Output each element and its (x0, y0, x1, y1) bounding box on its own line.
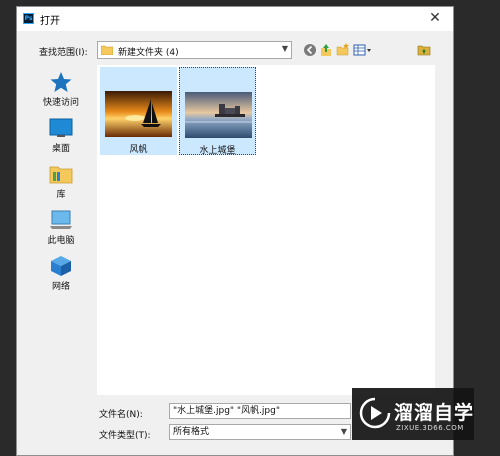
close-button[interactable]: ✕ (427, 10, 443, 26)
folder-icon (101, 45, 113, 55)
file-type-value: 所有格式 (173, 427, 210, 437)
place-desktop[interactable]: 桌面 (23, 117, 99, 154)
file-type-dropdown[interactable]: 所有格式 ▼ (169, 424, 351, 440)
place-label: 此电脑 (47, 236, 75, 246)
chevron-down-icon[interactable]: ▼ (282, 44, 288, 53)
file-name-field[interactable]: "水上城堡.jpg" "风帆.jpg" (169, 403, 351, 419)
up-folder-icon[interactable] (319, 43, 333, 57)
places-bar: 快速访问 桌面 库 此电脑 网络 (23, 65, 99, 451)
dialog-title: 打开 (40, 16, 60, 27)
desktop-icon (49, 118, 73, 137)
file-name-label: 文件名(N): (99, 410, 143, 420)
watermark-url: ZIXUE.3D66.COM (396, 424, 464, 432)
watermark: 溜溜自学 ZIXUE.3D66.COM (352, 388, 474, 440)
computer-icon (50, 210, 72, 229)
place-label: 桌面 (51, 144, 70, 154)
photoshop-app-icon: Ps (23, 13, 34, 24)
look-in-dropdown[interactable]: 新建文件夹 (4) ▼ (97, 41, 292, 59)
place-label: 快速访问 (42, 98, 79, 108)
file-type-label: 文件类型(T): (99, 431, 151, 441)
network-icon (51, 256, 71, 276)
place-library[interactable]: 库 (23, 163, 99, 200)
place-this-pc[interactable]: 此电脑 (23, 209, 99, 246)
water-castle-thumbnail (185, 92, 252, 138)
folder-action-icon[interactable] (417, 43, 431, 57)
star-icon (50, 72, 72, 92)
play-logo-icon (359, 397, 391, 429)
title-bar: Ps 打开 ✕ (17, 7, 453, 31)
file-item[interactable]: 水上城堡 (179, 67, 256, 156)
file-name: 水上城堡 (199, 146, 236, 156)
chevron-down-icon[interactable]: ▼ (341, 425, 347, 439)
place-network[interactable]: 网络 (23, 255, 99, 292)
library-icon (49, 166, 73, 184)
back-icon[interactable] (303, 43, 317, 57)
file-list[interactable]: 风帆 水上城堡 (97, 65, 435, 395)
place-label: 网络 (51, 282, 70, 292)
watermark-brand: 溜溜自学 (394, 402, 475, 424)
new-folder-icon[interactable] (336, 43, 350, 57)
file-item[interactable]: 风帆 (100, 67, 177, 155)
look-in-value: 新建文件夹 (4) (118, 48, 179, 58)
file-name: 风帆 (129, 145, 148, 155)
sailboat-thumbnail (105, 91, 172, 137)
view-menu-icon[interactable] (353, 43, 373, 57)
file-name-value: "水上城堡.jpg" "风帆.jpg" (173, 406, 280, 416)
place-label: 库 (56, 190, 66, 200)
place-quick-access[interactable]: 快速访问 (23, 71, 99, 108)
look-in-label: 查找范围(I): (39, 48, 88, 58)
